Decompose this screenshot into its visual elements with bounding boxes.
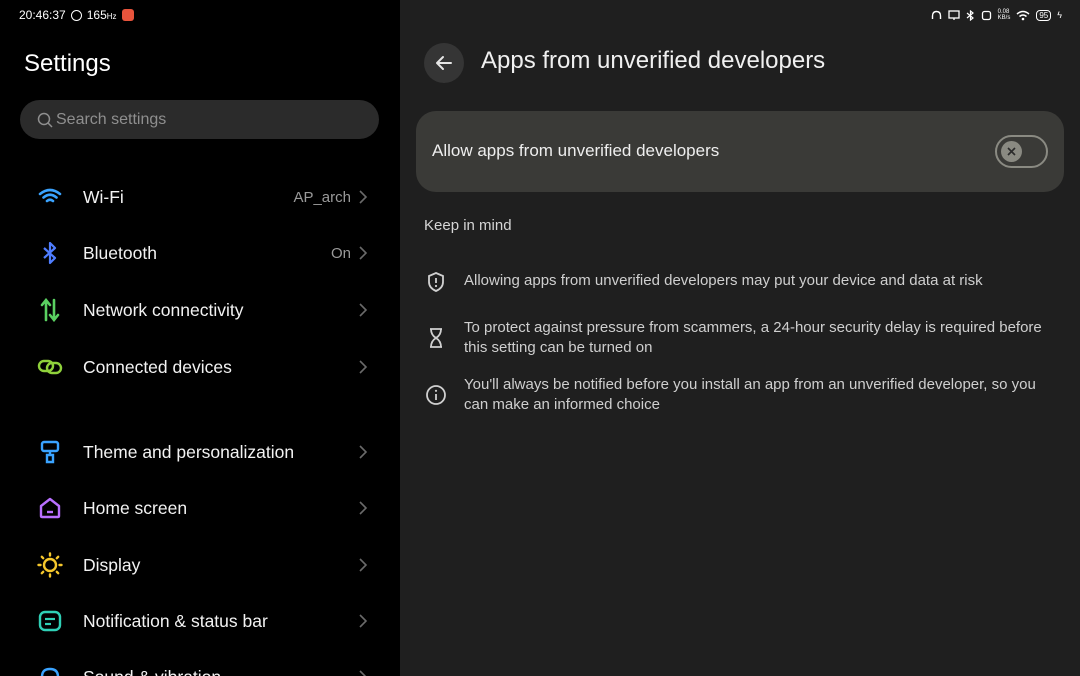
sound-icon [37,664,63,676]
chevron-right-icon [359,246,368,260]
network-arrows-icon [37,297,63,323]
refresh-rate: 165Hz [86,8,117,22]
info-icon [424,383,448,407]
arrow-left-icon [436,56,452,70]
search-input[interactable] [56,110,356,129]
tip-text: Allowing apps from unverified developers… [464,272,983,289]
close-icon [1007,147,1016,156]
settings-item-value: AP_arch [293,188,351,206]
settings-item-connected-devices[interactable]: Connected devices [0,342,400,392]
status-bar-right: 0.08 KB/s 95 ϟ [931,9,1062,21]
settings-item-bluetooth[interactable]: Bluetooth On [0,228,400,278]
app-notification-icon [121,9,134,21]
settings-item-value: On [330,244,351,262]
settings-item-label: Sound & vibration [83,667,221,676]
clock: 20:46:37 [19,8,66,22]
settings-item-label: Display [83,554,141,575]
home-icon [37,495,63,521]
toggle-knob [1001,141,1022,162]
chevron-right-icon [359,445,368,459]
search-bar[interactable] [20,100,379,139]
settings-item-wifi[interactable]: Wi-Fi AP_arch [0,172,400,222]
settings-item-notification[interactable]: Notification & status bar [0,596,400,646]
settings-item-label: Home screen [83,497,188,518]
bluetooth-status-icon [966,9,974,21]
headphones-icon [931,10,941,19]
chevron-right-icon [359,360,368,374]
section-heading: Keep in mind [424,217,512,234]
chevron-right-icon [359,303,368,317]
notification-icon [37,608,63,634]
chevron-right-icon [359,558,368,572]
chevron-right-icon [359,501,368,515]
network-speed: 0.08 KB/s [997,9,1011,21]
settings-item-label: Notification & status bar [83,610,268,631]
settings-item-label: Bluetooth [83,242,157,263]
hourglass-icon [424,326,448,350]
chevron-right-icon [359,670,367,676]
settings-item-display[interactable]: Display [0,540,400,590]
allow-unverified-toggle[interactable] [995,135,1048,168]
status-bar-left: 20:46:37 165Hz [19,8,134,22]
tip-text: You'll always be notified before you ins… [464,376,1036,413]
charging-icon: ϟ [1057,10,1062,20]
search-icon [37,112,53,128]
chain-link-icon [37,354,63,380]
shield-alert-icon [424,270,448,294]
back-button[interactable] [424,43,464,83]
settings-list-pane: 20:46:37 165Hz Settings Wi-Fi AP_arch Bl… [0,0,400,676]
alarm-icon [981,10,991,20]
detail-pane: 0.08 KB/s 95 ϟ Apps from unverified deve… [400,0,1080,676]
bluetooth-icon [37,240,63,266]
screen-cast-icon [948,9,960,20]
settings-item-label: Wi-Fi [83,186,124,207]
battery-icon: 95 [1036,9,1052,21]
settings-item-home-screen[interactable]: Home screen [0,483,400,533]
chevron-right-icon [359,190,368,204]
tip-text: To protect against pressure from scammer… [464,319,1042,356]
page-title: Apps from unverified developers [481,47,826,74]
settings-item-theme[interactable]: Theme and personalization [0,427,400,477]
settings-item-label: Network connectivity [83,299,244,320]
toggle-label: Allow apps from unverified developers [432,141,720,160]
allow-unverified-card[interactable]: Allow apps from unverified developers [416,111,1064,192]
settings-item-sound[interactable]: Sound & vibration [0,652,400,676]
settings-item-network[interactable]: Network connectivity [0,285,400,335]
wifi-status-icon [1016,10,1030,20]
settings-item-label: Connected devices [83,356,232,377]
status-indicator-icon [70,9,82,21]
paint-roller-icon [37,439,63,465]
wifi-icon [37,184,63,210]
chevron-right-icon [359,614,368,628]
sun-icon [37,552,63,578]
page-title: Settings [24,50,111,77]
settings-item-label: Theme and personalization [83,441,295,462]
